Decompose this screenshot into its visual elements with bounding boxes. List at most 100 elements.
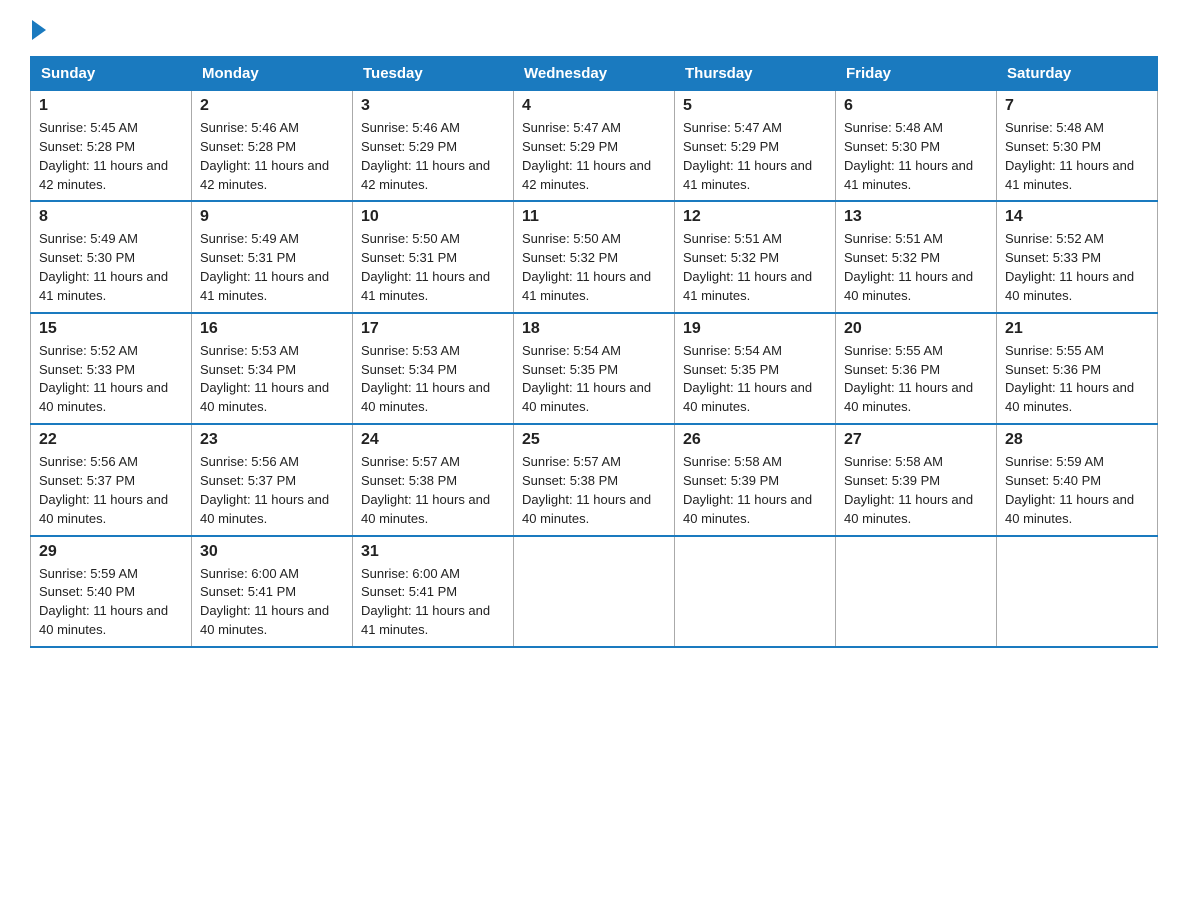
day-info: Sunrise: 5:58 AMSunset: 5:39 PMDaylight:… (683, 453, 827, 528)
calendar-cell: 16 Sunrise: 5:53 AMSunset: 5:34 PMDaylig… (192, 313, 353, 424)
day-info: Sunrise: 5:57 AMSunset: 5:38 PMDaylight:… (522, 453, 666, 528)
calendar-cell: 27 Sunrise: 5:58 AMSunset: 5:39 PMDaylig… (836, 424, 997, 535)
day-number: 23 (200, 431, 344, 449)
calendar-cell: 6 Sunrise: 5:48 AMSunset: 5:30 PMDayligh… (836, 91, 997, 202)
day-number: 22 (39, 431, 183, 449)
day-number: 17 (361, 320, 505, 338)
day-number: 24 (361, 431, 505, 449)
column-header-friday: Friday (836, 57, 997, 91)
calendar-cell: 31 Sunrise: 6:00 AMSunset: 5:41 PMDaylig… (353, 536, 514, 647)
calendar-cell: 7 Sunrise: 5:48 AMSunset: 5:30 PMDayligh… (997, 91, 1158, 202)
calendar-cell: 9 Sunrise: 5:49 AMSunset: 5:31 PMDayligh… (192, 201, 353, 312)
day-number: 10 (361, 208, 505, 226)
day-info: Sunrise: 5:53 AMSunset: 5:34 PMDaylight:… (200, 342, 344, 417)
calendar-cell (514, 536, 675, 647)
column-header-wednesday: Wednesday (514, 57, 675, 91)
day-info: Sunrise: 5:55 AMSunset: 5:36 PMDaylight:… (844, 342, 988, 417)
calendar-week-row: 1 Sunrise: 5:45 AMSunset: 5:28 PMDayligh… (31, 91, 1158, 202)
day-number: 6 (844, 97, 988, 115)
day-number: 25 (522, 431, 666, 449)
day-number: 11 (522, 208, 666, 226)
calendar-cell: 13 Sunrise: 5:51 AMSunset: 5:32 PMDaylig… (836, 201, 997, 312)
day-info: Sunrise: 5:52 AMSunset: 5:33 PMDaylight:… (39, 342, 183, 417)
day-number: 20 (844, 320, 988, 338)
calendar-cell: 14 Sunrise: 5:52 AMSunset: 5:33 PMDaylig… (997, 201, 1158, 312)
calendar-cell: 18 Sunrise: 5:54 AMSunset: 5:35 PMDaylig… (514, 313, 675, 424)
day-number: 15 (39, 320, 183, 338)
calendar-week-row: 8 Sunrise: 5:49 AMSunset: 5:30 PMDayligh… (31, 201, 1158, 312)
column-header-tuesday: Tuesday (353, 57, 514, 91)
day-info: Sunrise: 5:48 AMSunset: 5:30 PMDaylight:… (1005, 119, 1149, 194)
calendar-cell: 12 Sunrise: 5:51 AMSunset: 5:32 PMDaylig… (675, 201, 836, 312)
calendar-week-row: 29 Sunrise: 5:59 AMSunset: 5:40 PMDaylig… (31, 536, 1158, 647)
calendar-cell: 5 Sunrise: 5:47 AMSunset: 5:29 PMDayligh… (675, 91, 836, 202)
calendar-cell: 2 Sunrise: 5:46 AMSunset: 5:28 PMDayligh… (192, 91, 353, 202)
column-header-sunday: Sunday (31, 57, 192, 91)
calendar-cell: 15 Sunrise: 5:52 AMSunset: 5:33 PMDaylig… (31, 313, 192, 424)
calendar-cell: 17 Sunrise: 5:53 AMSunset: 5:34 PMDaylig… (353, 313, 514, 424)
calendar-cell: 23 Sunrise: 5:56 AMSunset: 5:37 PMDaylig… (192, 424, 353, 535)
day-number: 31 (361, 543, 505, 561)
day-info: Sunrise: 5:51 AMSunset: 5:32 PMDaylight:… (844, 230, 988, 305)
day-info: Sunrise: 5:49 AMSunset: 5:30 PMDaylight:… (39, 230, 183, 305)
day-info: Sunrise: 5:49 AMSunset: 5:31 PMDaylight:… (200, 230, 344, 305)
day-info: Sunrise: 5:51 AMSunset: 5:32 PMDaylight:… (683, 230, 827, 305)
day-info: Sunrise: 5:50 AMSunset: 5:31 PMDaylight:… (361, 230, 505, 305)
calendar-week-row: 15 Sunrise: 5:52 AMSunset: 5:33 PMDaylig… (31, 313, 1158, 424)
day-info: Sunrise: 5:56 AMSunset: 5:37 PMDaylight:… (200, 453, 344, 528)
day-info: Sunrise: 6:00 AMSunset: 5:41 PMDaylight:… (200, 565, 344, 640)
column-header-monday: Monday (192, 57, 353, 91)
day-number: 2 (200, 97, 344, 115)
day-number: 21 (1005, 320, 1149, 338)
calendar-cell: 1 Sunrise: 5:45 AMSunset: 5:28 PMDayligh… (31, 91, 192, 202)
calendar-week-row: 22 Sunrise: 5:56 AMSunset: 5:37 PMDaylig… (31, 424, 1158, 535)
day-info: Sunrise: 5:59 AMSunset: 5:40 PMDaylight:… (1005, 453, 1149, 528)
day-info: Sunrise: 5:53 AMSunset: 5:34 PMDaylight:… (361, 342, 505, 417)
logo (30, 20, 46, 38)
logo-triangle-icon (32, 20, 46, 40)
day-info: Sunrise: 5:46 AMSunset: 5:29 PMDaylight:… (361, 119, 505, 194)
day-number: 14 (1005, 208, 1149, 226)
day-info: Sunrise: 5:46 AMSunset: 5:28 PMDaylight:… (200, 119, 344, 194)
calendar-cell: 19 Sunrise: 5:54 AMSunset: 5:35 PMDaylig… (675, 313, 836, 424)
day-info: Sunrise: 5:59 AMSunset: 5:40 PMDaylight:… (39, 565, 183, 640)
day-info: Sunrise: 5:58 AMSunset: 5:39 PMDaylight:… (844, 453, 988, 528)
calendar-cell: 11 Sunrise: 5:50 AMSunset: 5:32 PMDaylig… (514, 201, 675, 312)
calendar-cell: 24 Sunrise: 5:57 AMSunset: 5:38 PMDaylig… (353, 424, 514, 535)
column-header-thursday: Thursday (675, 57, 836, 91)
day-number: 27 (844, 431, 988, 449)
calendar-cell (997, 536, 1158, 647)
calendar-cell (836, 536, 997, 647)
calendar-cell: 29 Sunrise: 5:59 AMSunset: 5:40 PMDaylig… (31, 536, 192, 647)
calendar-cell: 26 Sunrise: 5:58 AMSunset: 5:39 PMDaylig… (675, 424, 836, 535)
day-number: 30 (200, 543, 344, 561)
day-info: Sunrise: 5:56 AMSunset: 5:37 PMDaylight:… (39, 453, 183, 528)
calendar-cell: 10 Sunrise: 5:50 AMSunset: 5:31 PMDaylig… (353, 201, 514, 312)
day-number: 18 (522, 320, 666, 338)
calendar-cell: 3 Sunrise: 5:46 AMSunset: 5:29 PMDayligh… (353, 91, 514, 202)
calendar-cell: 20 Sunrise: 5:55 AMSunset: 5:36 PMDaylig… (836, 313, 997, 424)
day-number: 5 (683, 97, 827, 115)
day-info: Sunrise: 6:00 AMSunset: 5:41 PMDaylight:… (361, 565, 505, 640)
page-header (30, 20, 1158, 38)
calendar-cell: 25 Sunrise: 5:57 AMSunset: 5:38 PMDaylig… (514, 424, 675, 535)
day-number: 4 (522, 97, 666, 115)
day-info: Sunrise: 5:50 AMSunset: 5:32 PMDaylight:… (522, 230, 666, 305)
day-number: 8 (39, 208, 183, 226)
day-number: 12 (683, 208, 827, 226)
day-info: Sunrise: 5:52 AMSunset: 5:33 PMDaylight:… (1005, 230, 1149, 305)
day-number: 7 (1005, 97, 1149, 115)
calendar-cell: 22 Sunrise: 5:56 AMSunset: 5:37 PMDaylig… (31, 424, 192, 535)
day-number: 29 (39, 543, 183, 561)
day-info: Sunrise: 5:57 AMSunset: 5:38 PMDaylight:… (361, 453, 505, 528)
day-info: Sunrise: 5:48 AMSunset: 5:30 PMDaylight:… (844, 119, 988, 194)
day-number: 13 (844, 208, 988, 226)
calendar-cell: 21 Sunrise: 5:55 AMSunset: 5:36 PMDaylig… (997, 313, 1158, 424)
calendar-header-row: SundayMondayTuesdayWednesdayThursdayFrid… (31, 57, 1158, 91)
day-info: Sunrise: 5:47 AMSunset: 5:29 PMDaylight:… (522, 119, 666, 194)
day-number: 26 (683, 431, 827, 449)
day-info: Sunrise: 5:55 AMSunset: 5:36 PMDaylight:… (1005, 342, 1149, 417)
calendar-cell: 8 Sunrise: 5:49 AMSunset: 5:30 PMDayligh… (31, 201, 192, 312)
day-number: 19 (683, 320, 827, 338)
day-info: Sunrise: 5:54 AMSunset: 5:35 PMDaylight:… (683, 342, 827, 417)
